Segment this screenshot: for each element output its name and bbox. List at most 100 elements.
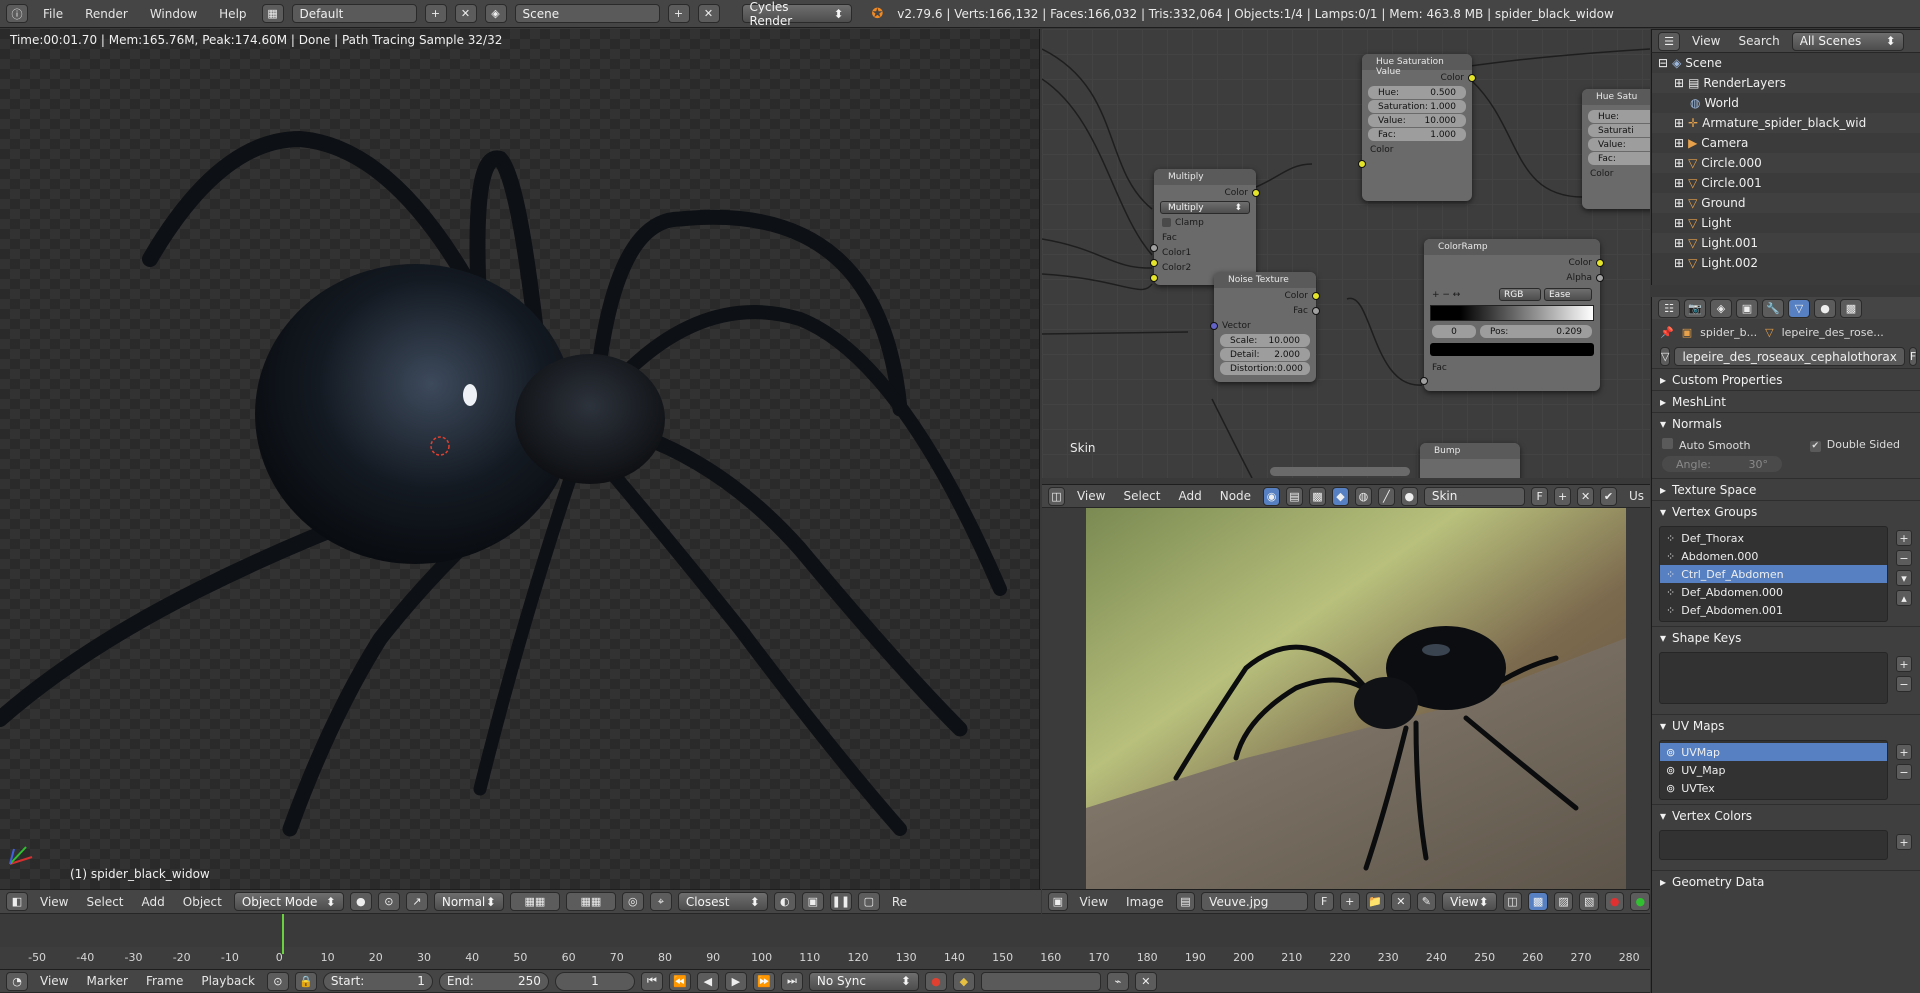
node-editor-type-icon[interactable]: ◫ bbox=[1048, 486, 1065, 506]
socket-output[interactable] bbox=[1468, 74, 1476, 82]
world-shader-icon[interactable]: ◍ bbox=[1354, 486, 1372, 506]
expand-icon[interactable]: ⊞ bbox=[1674, 256, 1684, 270]
panel-texture-space[interactable]: ▸ Texture Space bbox=[1652, 478, 1920, 500]
timeline-menu-view[interactable]: View bbox=[34, 974, 74, 988]
expand-icon[interactable]: ⊞ bbox=[1674, 156, 1684, 170]
new-image-button[interactable]: + bbox=[1339, 892, 1360, 911]
blend-mode-dropdown[interactable]: Multiply ⬍ bbox=[1160, 201, 1250, 214]
compositing-nodes-icon[interactable]: ▤ bbox=[1286, 486, 1303, 506]
object-tab-icon[interactable]: ▣ bbox=[1736, 298, 1758, 318]
panel-meshlint[interactable]: ▸ MeshLint bbox=[1652, 390, 1920, 412]
add-vertex-group-button[interactable]: + bbox=[1896, 530, 1912, 546]
viewport-menu-view[interactable]: View bbox=[34, 895, 74, 909]
timeline-track[interactable] bbox=[0, 914, 1650, 947]
scene-field[interactable]: Scene bbox=[514, 4, 660, 23]
outliner-type-icon[interactable]: ☰ bbox=[1658, 31, 1680, 51]
expand-icon[interactable]: ⊞ bbox=[1674, 136, 1684, 150]
panel-custom-properties[interactable]: ▸ Custom Properties bbox=[1652, 368, 1920, 390]
outliner-row[interactable]: ⊞ ▽ Light.001 bbox=[1652, 233, 1920, 253]
distortion-field[interactable]: Distortion: 0.000 bbox=[1220, 362, 1310, 375]
render-region-icon[interactable]: ▢ bbox=[857, 892, 880, 911]
node-editor[interactable]: Hue Saturation Value Color Hue: 0.500 Sat… bbox=[1042, 29, 1650, 478]
stop-color-swatch[interactable] bbox=[1430, 343, 1594, 356]
socket-input[interactable] bbox=[1358, 160, 1366, 168]
menu-help[interactable]: Help bbox=[212, 5, 253, 23]
line-style-icon[interactable]: ╱ bbox=[1377, 486, 1395, 506]
image-menu-image[interactable]: Image bbox=[1120, 895, 1170, 909]
timeline-type-icon[interactable]: ◔ bbox=[6, 971, 28, 991]
snap-target-dropdown[interactable]: Closest ⬍ bbox=[677, 892, 768, 911]
panel-normals[interactable]: ▾ Normals bbox=[1652, 412, 1920, 434]
vertex-colors-list[interactable] bbox=[1659, 830, 1888, 860]
panel-geometry-data[interactable]: ▸ Geometry Data bbox=[1652, 870, 1920, 892]
current-frame-field[interactable]: 1 bbox=[554, 971, 635, 991]
viewport-menu-object[interactable]: Object bbox=[177, 895, 228, 909]
preview-range-icon[interactable]: ⊙ bbox=[266, 971, 289, 991]
detail-field[interactable]: Detail: 2.000 bbox=[1220, 348, 1310, 361]
add-uv-map-button[interactable]: + bbox=[1896, 744, 1912, 760]
unlink-image-button[interactable]: ✕ bbox=[1391, 892, 1411, 911]
green-channel-icon[interactable]: ● bbox=[1630, 892, 1651, 911]
list-item[interactable]: ⁘ Def_Thorax bbox=[1660, 529, 1887, 547]
angle-field[interactable]: Angle: 30° bbox=[1662, 456, 1782, 472]
socket-input[interactable] bbox=[1150, 274, 1158, 282]
multiply-node[interactable]: Multiply Color Multiply ⬍ Clamp Fac Color… bbox=[1150, 169, 1260, 285]
pause-icon[interactable]: ❚❚ bbox=[829, 892, 852, 911]
list-item[interactable]: ⊚ UV_Map bbox=[1660, 761, 1887, 779]
expand-icon[interactable]: ⊞ bbox=[1674, 196, 1684, 210]
list-item[interactable]: ⁘ Def_Abdomen.000 bbox=[1660, 583, 1887, 601]
add-scene-button[interactable]: + bbox=[667, 4, 690, 23]
fac2-field[interactable]: Fac: bbox=[1588, 152, 1650, 165]
add-layout-button[interactable]: + bbox=[424, 4, 447, 23]
viewport-shading-icon[interactable]: ● bbox=[349, 892, 372, 911]
render-engine-dropdown[interactable]: Cycles Render ⬍ bbox=[741, 0, 852, 28]
socket-input[interactable] bbox=[1210, 322, 1218, 330]
node-menu-view[interactable]: View bbox=[1071, 489, 1111, 503]
info-editor-type-icon[interactable]: ⓘ bbox=[6, 4, 28, 23]
uv-maps-list[interactable]: ⊚ UVMap ⊚ UV_Map ⊚ UVTex bbox=[1659, 740, 1888, 800]
outliner-row[interactable]: ⊞ ▽ Light.002 bbox=[1652, 253, 1920, 273]
node-menu-node[interactable]: Node bbox=[1214, 489, 1257, 503]
panel-shape-keys[interactable]: ▾ Shape Keys bbox=[1652, 626, 1920, 648]
timeline-menu-playback[interactable]: Playback bbox=[195, 974, 261, 988]
collapse-icon[interactable]: ⊟ bbox=[1658, 56, 1668, 70]
remove-scene-button[interactable]: ✕ bbox=[697, 4, 720, 23]
outliner-menu-view[interactable]: View bbox=[1686, 34, 1726, 48]
layers-icon-2[interactable]: ▦▦ bbox=[565, 892, 616, 911]
object-mode-dropdown[interactable]: Object Mode ⬍ bbox=[233, 892, 344, 911]
saturation-field[interactable]: Saturation: 1.000 bbox=[1368, 100, 1466, 113]
list-item-selected[interactable]: ⁘ Ctrl_Def_Abdomen bbox=[1660, 565, 1887, 583]
object-shader-icon[interactable]: ◆ bbox=[1331, 486, 1349, 506]
outliner-row[interactable]: ⊞ ▽ Circle.000 bbox=[1652, 153, 1920, 173]
pin-icon[interactable]: 📌 bbox=[1660, 326, 1674, 339]
list-item[interactable]: ⁘ Def_Abdomen.001 bbox=[1660, 601, 1887, 619]
properties-editor[interactable]: ☷ 📷 ◈ ▣ 🔧 ▽ ● ▩ 📌 ▣ spider_b... ▽ lepeir… bbox=[1651, 297, 1920, 993]
outliner-row[interactable]: ⊞ ▶ Camera bbox=[1652, 133, 1920, 153]
list-item-selected[interactable]: ⊚ UVMap bbox=[1660, 743, 1887, 761]
vertex-groups-list[interactable]: ⁘ Def_Thorax ⁘ Abdomen.000 ⁘ Ctrl_Def_Abdom… bbox=[1659, 526, 1888, 622]
render-icon[interactable]: ▣ bbox=[801, 892, 824, 911]
material-name-field[interactable]: Skin bbox=[1423, 486, 1526, 506]
layers-icon[interactable]: ▦▦ bbox=[509, 892, 560, 911]
color-ramp-node[interactable]: ColorRamp Color Alpha + − ↔ RGB Ease 0 P… bbox=[1420, 239, 1604, 391]
image-name-field[interactable]: Veuve.jpg bbox=[1201, 892, 1309, 911]
expand-icon[interactable]: ⊞ bbox=[1674, 76, 1684, 90]
noise-texture-node[interactable]: Noise Texture Color Fac Vector Scale: 10.… bbox=[1210, 272, 1320, 382]
image-menu-view[interactable]: View bbox=[1074, 895, 1114, 909]
expand-icon[interactable]: ⊞ bbox=[1674, 176, 1684, 190]
start-frame-field[interactable]: Start: 1 bbox=[322, 971, 433, 991]
list-item[interactable]: ⊚ UVTex bbox=[1660, 779, 1887, 797]
data-tab-icon[interactable]: ▽ bbox=[1788, 298, 1810, 318]
keying-set-field[interactable] bbox=[980, 971, 1101, 991]
keying-set-icon[interactable]: ◆ bbox=[952, 971, 975, 991]
modifier-tab-icon[interactable]: 🔧 bbox=[1762, 298, 1784, 318]
socket-output[interactable] bbox=[1252, 189, 1260, 197]
alpha-channel-icon[interactable]: ▨ bbox=[1553, 892, 1574, 911]
layout-field[interactable]: Default bbox=[291, 4, 417, 23]
red-channel-icon[interactable]: ● bbox=[1604, 892, 1625, 911]
outliner-row[interactable]: ◍ World bbox=[1652, 93, 1920, 113]
scene-tab-icon[interactable]: ◈ bbox=[1710, 298, 1732, 318]
color-mode-dropdown[interactable]: RGB bbox=[1499, 288, 1541, 301]
3d-view-editor-icon[interactable]: ◧ bbox=[6, 892, 28, 911]
socket-output[interactable] bbox=[1596, 274, 1604, 282]
